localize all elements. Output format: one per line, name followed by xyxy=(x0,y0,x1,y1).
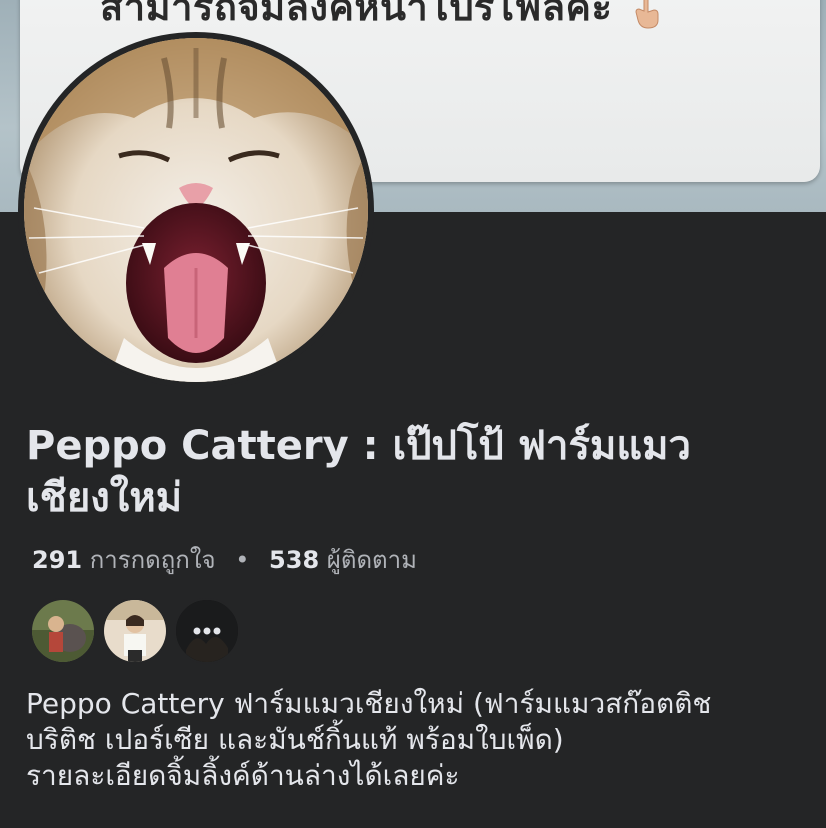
pointing-down-hand-icon xyxy=(635,0,659,29)
stats-separator: • xyxy=(235,546,250,574)
friend-avatar[interactable] xyxy=(102,598,168,664)
page-stats: 291 การกดถูกใจ • 538 ผู้ติดตาม xyxy=(32,540,417,579)
bio-line: Peppo Cattery ฟาร์มแมวเชียงใหม่ (ฟาร์มแม… xyxy=(26,687,712,720)
friend-avatar[interactable] xyxy=(30,598,96,664)
page-bio: Peppo Cattery ฟาร์มแมวเชียงใหม่ (ฟาร์มแม… xyxy=(26,686,816,794)
likes-count[interactable]: 291 xyxy=(32,546,82,574)
more-dots-icon xyxy=(176,600,238,662)
bio-line: บริติช เปอร์เซีย และมันช์กิ้นแท้ พร้อมใบ… xyxy=(26,723,564,756)
followers-count[interactable]: 538 xyxy=(269,546,319,574)
page-title: Peppo Cattery : เป๊ปโป้ ฟาร์มแมว เชียงให… xyxy=(26,423,691,521)
more-friends-button[interactable] xyxy=(174,598,240,664)
cat-avatar-icon xyxy=(24,38,368,382)
profile-avatar[interactable] xyxy=(18,32,374,388)
followers-label[interactable]: ผู้ติดตาม xyxy=(327,546,417,574)
likes-label[interactable]: การกดถูกใจ xyxy=(90,546,216,574)
cover-caption: สามารถจิ้มลิ้งค์หน้าโปรไฟล์ค่ะ xyxy=(100,0,613,29)
bio-line: รายละเอียดจิ้มลิ้งค์ด้านล่างได้เลยค่ะ xyxy=(26,759,460,792)
